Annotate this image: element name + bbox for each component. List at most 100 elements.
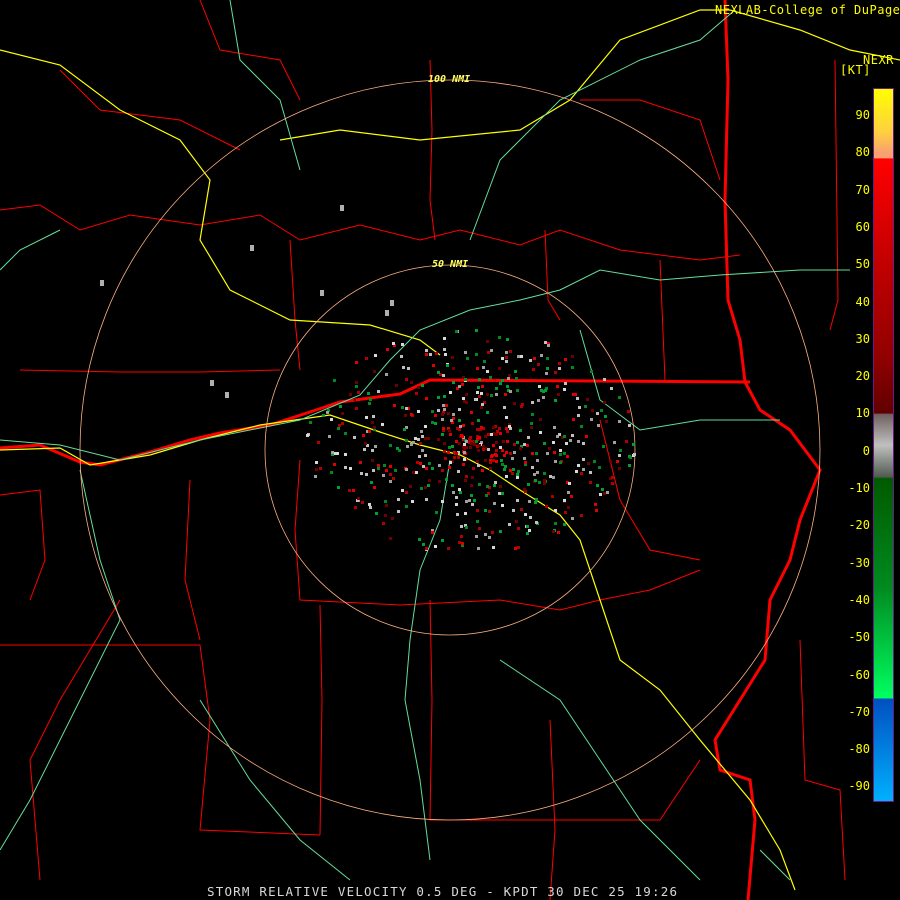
velocity-gate <box>397 510 400 513</box>
velocity-gate <box>417 410 420 413</box>
velocity-gate <box>448 446 451 449</box>
velocity-gate <box>478 527 481 530</box>
velocity-gate <box>625 440 628 443</box>
legend-tick-label: -60 <box>848 667 870 682</box>
velocity-gate <box>424 454 427 457</box>
velocity-gate <box>605 420 608 423</box>
velocity-gate <box>370 481 373 484</box>
velocity-gate <box>508 523 511 526</box>
velocity-gate <box>490 349 493 352</box>
velocity-gate <box>473 443 476 446</box>
velocity-gate <box>557 531 560 534</box>
velocity-gate <box>505 427 508 430</box>
velocity-gate <box>477 464 480 467</box>
velocity-gate <box>390 300 394 306</box>
velocity-gate <box>333 379 336 382</box>
velocity-gate <box>389 537 392 540</box>
velocity-gate <box>443 450 446 453</box>
velocity-gate <box>434 422 437 425</box>
county-line <box>59 69 241 151</box>
velocity-gate <box>465 440 468 443</box>
velocity-gate <box>558 362 561 365</box>
velocity-gate <box>618 467 621 470</box>
velocity-gate <box>444 457 447 460</box>
velocity-gate <box>425 498 428 501</box>
velocity-gate <box>415 392 418 395</box>
velocity-gate <box>535 452 538 455</box>
velocity-gate <box>564 382 567 385</box>
velocity-gate <box>580 472 583 475</box>
velocity-gate <box>576 397 579 400</box>
velocity-gate <box>456 513 459 516</box>
velocity-gate <box>559 453 562 456</box>
velocity-gate <box>319 467 322 470</box>
velocity-gate <box>442 427 445 430</box>
velocity-gate <box>566 455 569 458</box>
velocity-gate <box>422 465 425 468</box>
velocity-gate <box>537 399 540 402</box>
velocity-gate <box>478 483 481 486</box>
velocity-gate <box>478 378 481 381</box>
velocity-gate <box>543 442 546 445</box>
velocity-gate <box>448 466 451 469</box>
velocity-gate <box>523 457 526 460</box>
velocity-gate <box>447 547 450 550</box>
velocity-gate <box>389 480 392 483</box>
velocity-gate <box>463 400 466 403</box>
river <box>199 699 351 881</box>
velocity-gate <box>527 483 530 486</box>
velocity-gate <box>425 353 428 356</box>
river <box>499 659 701 881</box>
velocity-gate <box>546 452 549 455</box>
velocity-gate <box>595 509 598 512</box>
velocity-gate <box>593 460 596 463</box>
velocity-gate <box>585 435 588 438</box>
velocity-gate <box>554 460 557 463</box>
velocity-gate <box>357 497 360 500</box>
velocity-gate <box>452 413 455 416</box>
velocity-gate <box>531 452 534 455</box>
velocity-gate <box>590 418 593 421</box>
velocity-gate <box>487 351 490 354</box>
velocity-gate <box>499 382 502 385</box>
velocity-gate <box>470 494 473 497</box>
velocity-gate <box>603 492 606 495</box>
velocity-gate <box>564 358 567 361</box>
velocity-gate <box>463 443 466 446</box>
velocity-gate <box>533 357 536 360</box>
velocity-gate <box>498 336 501 339</box>
velocity-gate <box>501 357 504 360</box>
velocity-gate <box>488 510 491 513</box>
velocity-gate <box>328 435 331 438</box>
velocity-gate <box>361 501 364 504</box>
velocity-gate <box>572 418 575 421</box>
velocity-gate <box>506 430 509 433</box>
velocity-gate <box>365 357 368 360</box>
velocity-gate <box>552 476 555 479</box>
velocity-gate <box>434 545 437 548</box>
velocity-gate <box>603 378 606 381</box>
velocity-gate <box>589 471 592 474</box>
velocity-gate <box>341 422 344 425</box>
river <box>0 469 121 851</box>
velocity-gate <box>363 448 366 451</box>
velocity-gate <box>437 371 440 374</box>
velocity-gate <box>443 442 446 445</box>
velocity-gate <box>341 412 344 415</box>
river-columbia <box>0 269 850 461</box>
legend-tick-label: 80 <box>855 145 870 160</box>
velocity-gate <box>546 367 549 370</box>
velocity-gate <box>611 476 614 479</box>
velocity-gate <box>309 421 312 424</box>
velocity-gate <box>416 461 419 464</box>
velocity-gate <box>531 466 534 469</box>
velocity-gate <box>495 393 498 396</box>
velocity-gate <box>344 432 347 435</box>
river <box>404 459 451 861</box>
velocity-gate <box>405 378 408 381</box>
velocity-gate <box>381 423 384 426</box>
velocity-gate <box>509 390 512 393</box>
velocity-gate <box>569 439 572 442</box>
velocity-gate <box>498 492 501 495</box>
velocity-gate <box>591 409 594 412</box>
